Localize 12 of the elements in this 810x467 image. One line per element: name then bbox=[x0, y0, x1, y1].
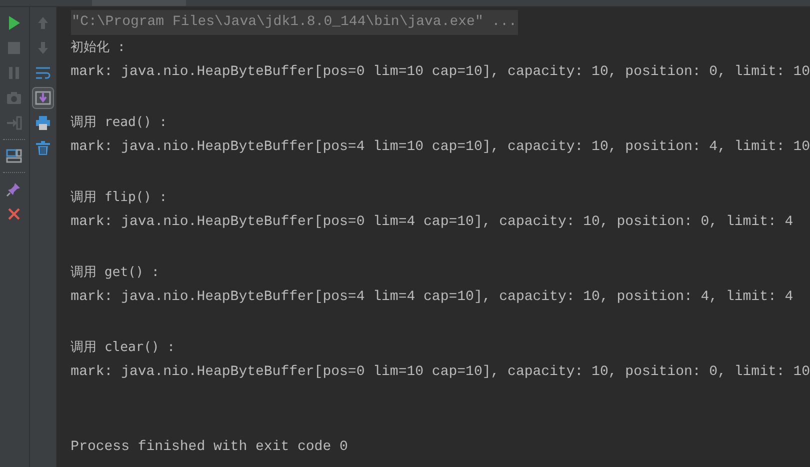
console-output: mark: java.nio.HeapByteBuffer[pos=4 lim=4 cap=10], capacity: 10, position: 4, limit: 4 bbox=[70, 288, 794, 307]
console-heading: 调用 get() : bbox=[70, 264, 160, 282]
console-output: mark: java.nio.HeapByteBuffer[pos=0 lim=10 cap=10], capacity: 10, position: 0, limit: 10 bbox=[70, 63, 810, 82]
console-heading: 调用 clear() : bbox=[70, 339, 175, 357]
console-heading: 调用 flip() : bbox=[70, 189, 168, 207]
console-output: mark: java.nio.HeapByteBuffer[pos=0 lim=10 cap=10], capacity: 10, position: 0, limit: 10 bbox=[70, 363, 810, 382]
console-output: mark: java.nio.HeapByteBuffer[pos=4 lim=10 cap=10], capacity: 10, position: 4, limit: 10 bbox=[70, 138, 810, 157]
console-heading: 调用 read() : bbox=[70, 114, 168, 132]
exit-message: Process finished with exit code 0 bbox=[70, 438, 348, 457]
console-heading: 初始化 : bbox=[70, 39, 126, 57]
scroll-to-end-icon[interactable] bbox=[32, 87, 54, 109]
console-output: mark: java.nio.HeapByteBuffer[pos=0 lim=4 cap=10], capacity: 10, position: 0, limit: 4 bbox=[70, 213, 794, 232]
